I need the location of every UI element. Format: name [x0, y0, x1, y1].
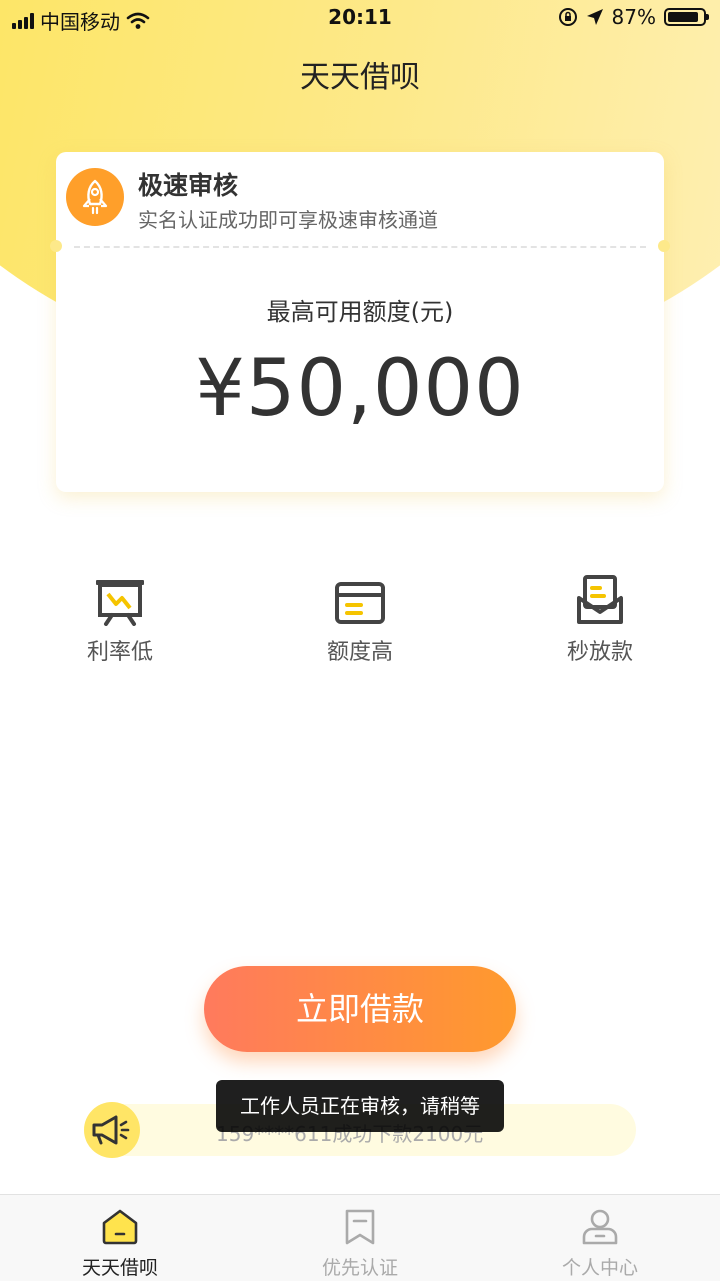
envelope-icon	[520, 570, 680, 626]
borrow-now-button[interactable]: 立即借款	[204, 966, 516, 1052]
tab-label: 优先认证	[321, 1257, 398, 1279]
status-bar: 中国移动 20:11 87%	[0, 0, 720, 36]
tab-personal-center[interactable]: 个人中心	[520, 1207, 680, 1280]
battery-icon	[664, 8, 709, 26]
ticket-notch-right	[658, 240, 670, 252]
rotation-lock-icon	[558, 8, 577, 26]
card-heading: 极速审核	[138, 171, 239, 200]
limit-label: 最高可用额度(元)	[266, 298, 454, 326]
page-title: 天天借呗	[300, 60, 420, 95]
card-icon	[280, 570, 440, 626]
credit-limit-card: 极速审核 实名认证成功即可享极速审核通道 最高可用额度(元) ¥50,000	[50, 152, 670, 492]
person-icon	[520, 1207, 680, 1247]
card-subheading: 实名认证成功即可享极速审核通道	[138, 208, 438, 232]
dashed-divider	[74, 246, 646, 248]
bookmark-icon	[280, 1207, 440, 1247]
tab-label: 个人中心	[561, 1257, 638, 1279]
feature-label: 利率低	[86, 640, 153, 665]
location-arrow-icon	[586, 9, 603, 25]
feature-high-limit: 额度高	[280, 570, 440, 666]
rocket-icon	[66, 168, 124, 226]
feature-fast-payout: 秒放款	[520, 570, 680, 666]
ticket-notch-left	[50, 240, 62, 252]
tab-label: 天天借呗	[81, 1257, 158, 1279]
tab-bar: 天天借呗 优先认证 个人中心	[0, 1194, 720, 1281]
easel-chart-icon	[40, 570, 200, 626]
battery-percent: 87%	[611, 5, 656, 29]
limit-amount: ¥50,000	[195, 344, 525, 434]
feature-label: 秒放款	[566, 640, 633, 665]
megaphone-icon	[84, 1102, 140, 1158]
home-icon	[40, 1207, 200, 1247]
feature-low-rate: 利率低	[40, 570, 200, 666]
tab-priority-verification[interactable]: 优先认证	[280, 1207, 440, 1280]
tab-home[interactable]: 天天借呗	[40, 1207, 200, 1280]
review-toast: 工作人员正在审核，请稍等	[216, 1080, 504, 1132]
feature-label: 额度高	[326, 640, 393, 665]
